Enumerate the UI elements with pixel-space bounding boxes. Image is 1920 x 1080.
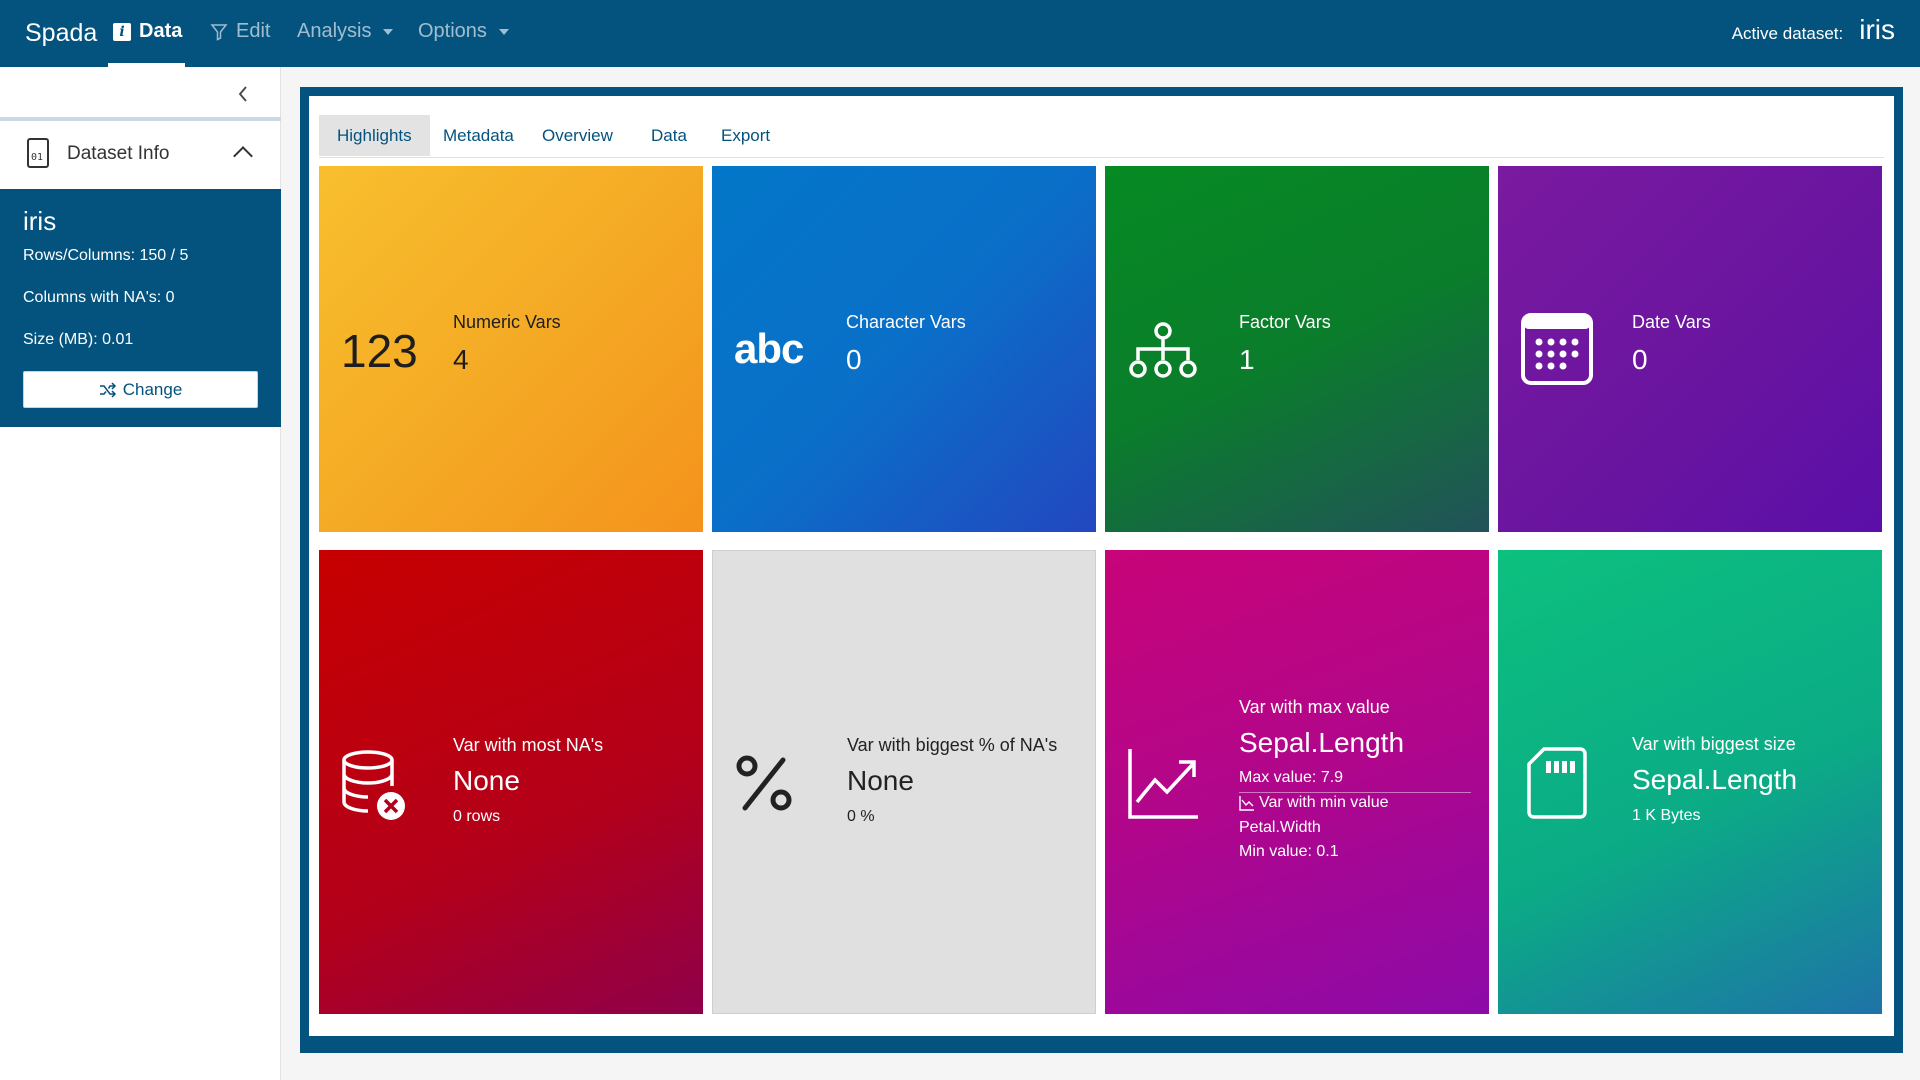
character-vars-label: Character Vars [846, 312, 966, 332]
date-vars-card: Date Vars 0 [1498, 166, 1882, 532]
nav-data[interactable]: i Data [113, 20, 182, 43]
character-icon: abc [734, 325, 804, 372]
main-panel-content: Highlights Metadata Overview Data Export… [309, 96, 1894, 1036]
dataset-info-header[interactable]: 01 Dataset Info [0, 121, 281, 189]
collapse-sidebar-button[interactable] [236, 84, 250, 110]
change-dataset-label: Change [122, 379, 183, 399]
factor-vars-label: Factor Vars [1239, 312, 1331, 332]
database-remove-icon [342, 750, 405, 820]
biggest-size-sub: 1 K Bytes [1632, 807, 1701, 824]
max-value-card: Var with max value Sepal.Length Max valu… [1105, 550, 1489, 1014]
tab-highlights[interactable]: Highlights [319, 115, 430, 156]
sidebar: 01 Dataset Info iris Rows/Columns: 150 /… [0, 67, 281, 1080]
chart-line-down-icon [1239, 796, 1254, 811]
tab-data[interactable]: Data [633, 115, 705, 156]
chart-line-icon [1128, 749, 1198, 819]
biggest-size-var: Sepal.Length [1632, 764, 1798, 795]
most-na-value: None [453, 765, 520, 796]
numeric-vars-value: 4 [453, 344, 469, 375]
max-value-label: Var with max value [1239, 697, 1390, 717]
sd-card-icon [1527, 747, 1587, 819]
biggest-size-card: Var with biggest size Sepal.Length 1 K B… [1498, 550, 1882, 1014]
most-na-sub: 0 rows [453, 808, 501, 825]
percent-icon [736, 755, 792, 811]
most-na-label: Var with most NA's [453, 735, 604, 755]
chevron-up-icon[interactable] [233, 146, 253, 166]
caret-down-icon [498, 28, 509, 35]
most-na-card: Var with most NA's None 0 rows [319, 550, 703, 1014]
biggest-size-label: Var with biggest size [1632, 734, 1796, 754]
calendar-icon [1521, 313, 1593, 385]
numeric-icon: 123 [341, 325, 418, 377]
nav-options[interactable]: Options [418, 20, 509, 43]
info-icon: i [113, 22, 131, 41]
filter-icon [210, 23, 228, 41]
shuffle-icon [99, 381, 116, 398]
max-value-text: Max value: 7.9 [1239, 769, 1344, 786]
binary-file-icon: 01 [27, 138, 49, 168]
nav-edit[interactable]: Edit [210, 20, 270, 43]
dataset-columns-na: Columns with NA's: 0 [23, 289, 175, 306]
date-vars-value: 0 [1632, 344, 1648, 375]
min-value-var: Petal.Width [1239, 819, 1321, 836]
numeric-vars-label: Numeric Vars [453, 312, 561, 332]
dataset-info-title: Dataset Info [67, 143, 170, 164]
active-dataset-label: Active dataset: [1731, 24, 1844, 43]
max-min-divider [1239, 792, 1471, 793]
top-navbar: Spada i Data Edit Analysis Options Activ… [0, 0, 1920, 67]
nav-data-label: Data [139, 20, 183, 42]
dataset-rows-columns: Rows/Columns: 150 / 5 [23, 247, 189, 264]
nav-options-label: Options [418, 20, 487, 42]
nav-edit-label: Edit [236, 20, 271, 42]
tab-export[interactable]: Export [703, 115, 788, 156]
chevron-left-icon [238, 86, 247, 102]
min-value-label: Var with min value [1259, 794, 1389, 811]
main-panel: Highlights Metadata Overview Data Export… [300, 87, 1903, 1053]
biggest-na-percent-card: Var with biggest % of NA's None 0 % [712, 550, 1096, 1014]
biggest-na-percent-value: None [847, 765, 914, 796]
numeric-vars-card: 123 Numeric Vars 4 [319, 166, 703, 532]
active-dataset-value: iris [1859, 14, 1895, 45]
min-value-text: Min value: 0.1 [1239, 843, 1339, 860]
min-value-heading: Var with min value [1239, 794, 1389, 812]
active-dataset: Active dataset: iris [1732, 14, 1895, 46]
tab-bar: Highlights Metadata Overview Data Export [319, 106, 1884, 158]
factor-vars-value: 1 [1239, 344, 1255, 375]
caret-down-icon [383, 28, 394, 35]
biggest-na-percent-label: Var with biggest % of NA's [847, 735, 1058, 755]
dataset-info-panel: iris Rows/Columns: 150 / 5 Columns with … [0, 189, 281, 427]
nav-analysis[interactable]: Analysis [297, 20, 394, 43]
max-value-var: Sepal.Length [1239, 727, 1405, 758]
dataset-name: iris [23, 206, 57, 236]
nav-analysis-label: Analysis [297, 20, 372, 42]
factor-vars-card: Factor Vars 1 [1105, 166, 1489, 532]
change-dataset-button[interactable]: Change [23, 371, 258, 408]
date-vars-label: Date Vars [1632, 312, 1711, 332]
tab-metadata[interactable]: Metadata [425, 115, 532, 156]
app-brand[interactable]: Spada [25, 19, 97, 48]
dataset-size: Size (MB): 0.01 [23, 331, 134, 348]
character-vars-value: 0 [846, 344, 862, 375]
character-vars-card: abc Character Vars 0 [712, 166, 1096, 532]
tab-overview[interactable]: Overview [524, 115, 631, 156]
sitemap-icon [1129, 322, 1197, 378]
biggest-na-percent-sub: 0 % [847, 808, 875, 825]
